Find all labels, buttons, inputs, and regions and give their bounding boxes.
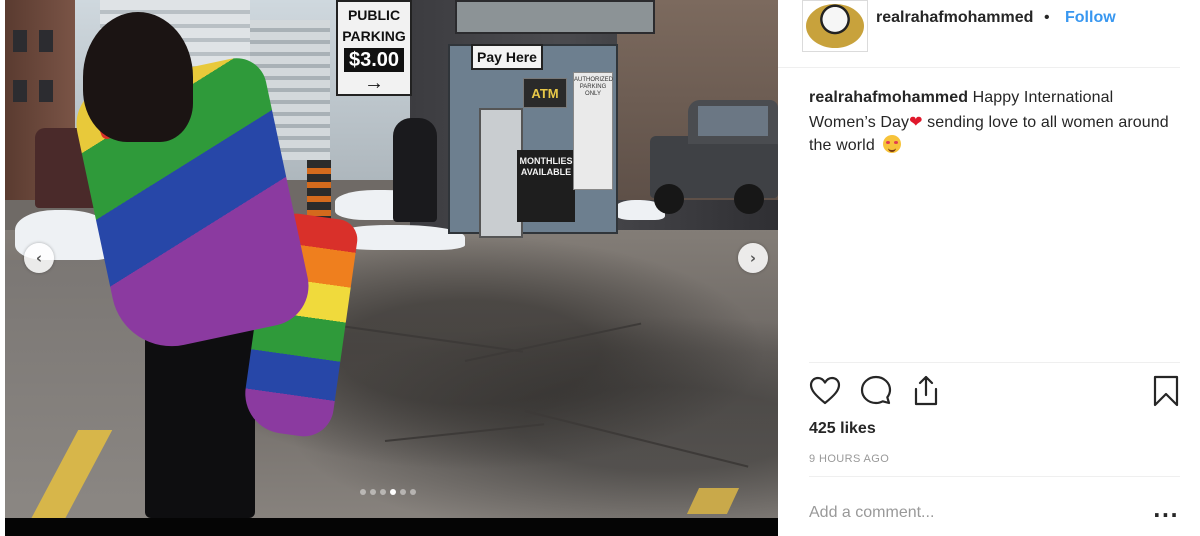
header-username[interactable]: realrahafmohammed bbox=[876, 9, 1033, 27]
carousel-dot bbox=[360, 489, 366, 495]
heart-icon[interactable] bbox=[808, 374, 842, 408]
monthlies-line2: AVAILABLE bbox=[520, 167, 572, 177]
pickup-truck bbox=[650, 100, 778, 220]
action-bar bbox=[808, 374, 1180, 410]
carousel-dot bbox=[380, 489, 386, 495]
monthlies-sign: MONTHLIES AVAILABLE bbox=[517, 150, 575, 222]
post-caption: realrahafmohammed Happy International Wo… bbox=[809, 86, 1179, 158]
carousel-dot bbox=[390, 489, 396, 495]
carousel-dot bbox=[400, 489, 406, 495]
parking-sign-line2: PARKING bbox=[342, 28, 406, 44]
header-separator: • bbox=[1044, 9, 1050, 26]
divider bbox=[809, 476, 1180, 477]
comment-icon[interactable] bbox=[859, 374, 893, 408]
divider bbox=[809, 362, 1180, 363]
likes-count[interactable]: 425 likes bbox=[809, 420, 876, 438]
atm-sign: ATM bbox=[523, 78, 567, 108]
avatar-image bbox=[806, 4, 864, 48]
parking-sign-line1: PUBLIC bbox=[347, 7, 401, 23]
more-icon[interactable]: ... bbox=[1153, 498, 1179, 522]
carousel-dot bbox=[370, 489, 376, 495]
monthlies-line1: MONTHLIES bbox=[519, 156, 573, 166]
heart-emoji-icon: ❤ bbox=[909, 111, 923, 131]
building-window bbox=[455, 0, 655, 34]
carousel-prev-button[interactable]: ‹ bbox=[24, 243, 54, 273]
post-header: realrahafmohammed • Follow bbox=[778, 0, 1180, 68]
background-person bbox=[393, 118, 437, 222]
carousel-dot bbox=[410, 489, 416, 495]
comment-input[interactable] bbox=[809, 500, 1139, 526]
chevron-right-icon: › bbox=[749, 249, 757, 267]
traffic-barrel bbox=[307, 160, 331, 220]
carousel-next-button[interactable]: › bbox=[738, 243, 768, 273]
share-icon[interactable] bbox=[909, 374, 943, 408]
carousel-dots bbox=[360, 489, 416, 495]
chevron-left-icon: ‹ bbox=[35, 249, 43, 267]
bookmark-icon[interactable] bbox=[1149, 374, 1183, 408]
parking-sign: PUBLIC PARKING $3.00 → bbox=[336, 0, 412, 96]
smiling-face-with-hearts-emoji-icon bbox=[883, 135, 902, 153]
arrow-right-icon: → bbox=[364, 72, 384, 94]
post-timestamp[interactable]: 9 HOURS AGO bbox=[809, 453, 889, 465]
pay-here-sign: Pay Here bbox=[471, 44, 543, 70]
caption-username[interactable]: realrahafmohammed bbox=[809, 89, 968, 106]
follow-button[interactable]: Follow bbox=[1065, 9, 1116, 27]
avatar[interactable] bbox=[802, 0, 868, 52]
notice-sign: AUTHORIZED PARKING ONLY bbox=[573, 72, 613, 190]
post-photo[interactable]: PUBLIC PARKING $3.00 → Pay Here ATM MONT… bbox=[5, 0, 778, 536]
post-sidebar: realrahafmohammed • Follow realrahafmoha… bbox=[778, 0, 1200, 536]
photo-bottom-bar bbox=[5, 518, 778, 536]
parking-sign-price: $3.00 bbox=[344, 48, 404, 72]
woman-hair bbox=[83, 12, 193, 142]
